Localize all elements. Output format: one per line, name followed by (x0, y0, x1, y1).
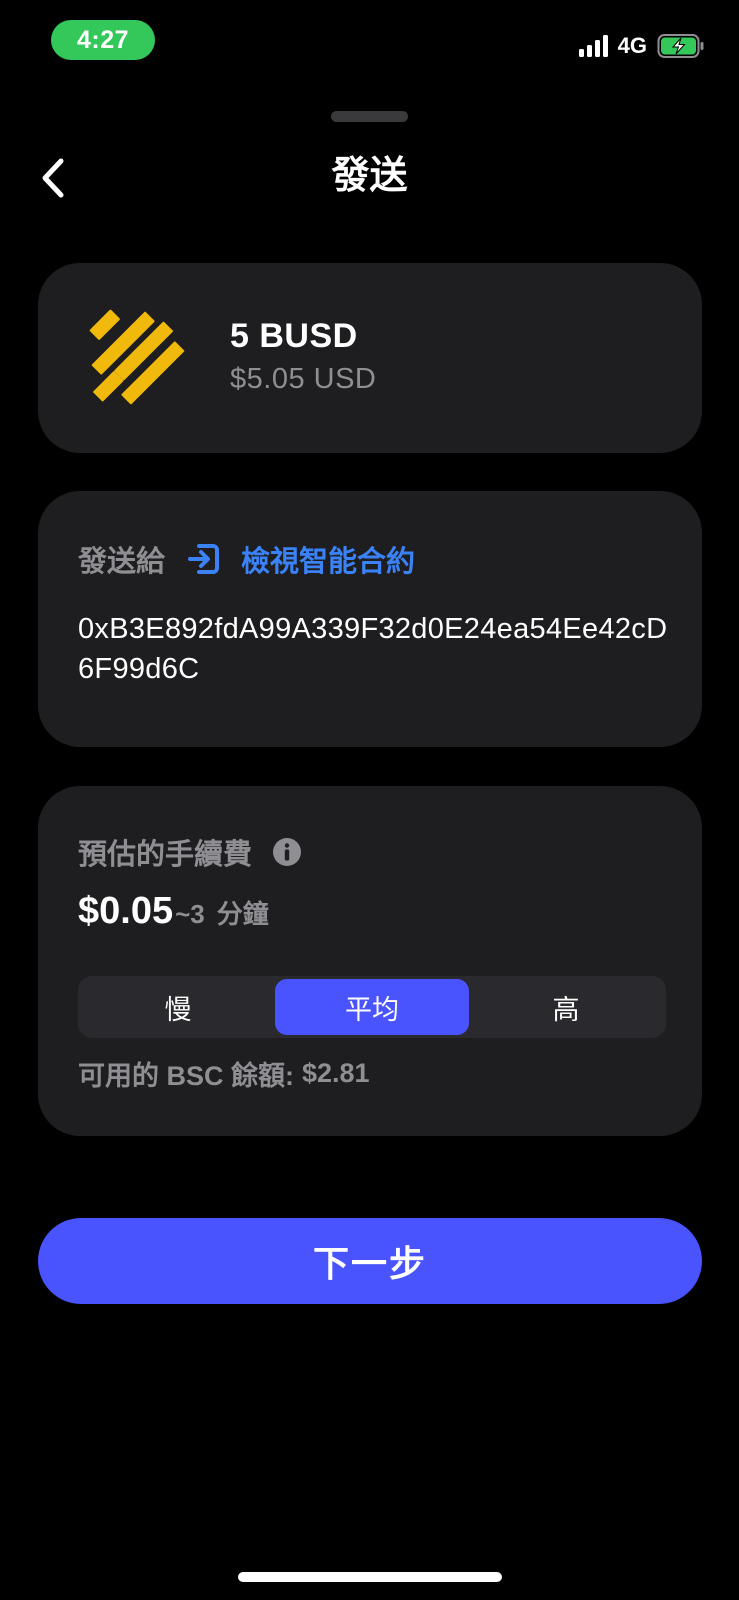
status-time-text: 4:27 (76, 25, 130, 54)
speed-option-average[interactable]: 平均 (275, 979, 469, 1035)
speed-option-high[interactable]: 高 (469, 979, 663, 1035)
token-fiat-value: $5.05 USD (230, 363, 377, 395)
fee-label: 預估的手續費 (78, 839, 253, 871)
info-icon[interactable] (272, 837, 302, 867)
fee-amount: $0.05 (78, 890, 174, 932)
send-to-label: 發送給 (78, 546, 166, 578)
fee-card: 預估的手續費 $0.05 ~3 分鐘 慢 平均 高 可用的 BSC 餘額: $2… (38, 786, 702, 1136)
fee-time: ~3 (175, 899, 205, 929)
signal-icon (578, 35, 608, 57)
token-card: 5 BUSD $5.05 USD (38, 263, 702, 453)
balance-label: 可用的 BSC 餘額: (78, 1061, 294, 1091)
sheet-grabber[interactable] (331, 111, 408, 122)
recipient-card: 發送給 檢視智能合約 0xB3E892fdA99A339F32d0E24ea54… (38, 491, 702, 747)
status-time: 4:27 (51, 20, 155, 60)
token-amount: 5 BUSD (230, 317, 358, 355)
fee-time-unit: 分鐘 (216, 899, 269, 929)
speed-option-slow[interactable]: 慢 (81, 979, 275, 1035)
enter-arrow-icon (188, 544, 220, 574)
status-indicators: 4G (578, 30, 705, 62)
page-title: 發送 (331, 155, 408, 197)
recipient-address: 0xB3E892fdA99A339F32d0E24ea54Ee42cD6F99d… (78, 613, 668, 685)
view-contract-link[interactable]: 檢視智能合約 (185, 538, 415, 580)
available-balance: 可用的 BSC 餘額: $2.81 (78, 1054, 370, 1093)
fee-label-row: 預估的手續費 (78, 832, 302, 872)
network-label: 4G (617, 33, 647, 58)
balance-value: $2.81 (302, 1058, 370, 1088)
fee-value-row: $0.05 ~3 分鐘 (78, 890, 269, 933)
send-to-row: 發送給 檢視智能合約 (78, 539, 415, 579)
home-indicator[interactable] (238, 1572, 502, 1582)
speed-selector: 慢 平均 高 (78, 976, 666, 1038)
busd-logo (89, 309, 185, 405)
next-button[interactable]: 下一步 (38, 1218, 702, 1304)
battery-charging-icon (657, 34, 704, 58)
view-contract-label: 檢視智能合約 (241, 546, 416, 578)
